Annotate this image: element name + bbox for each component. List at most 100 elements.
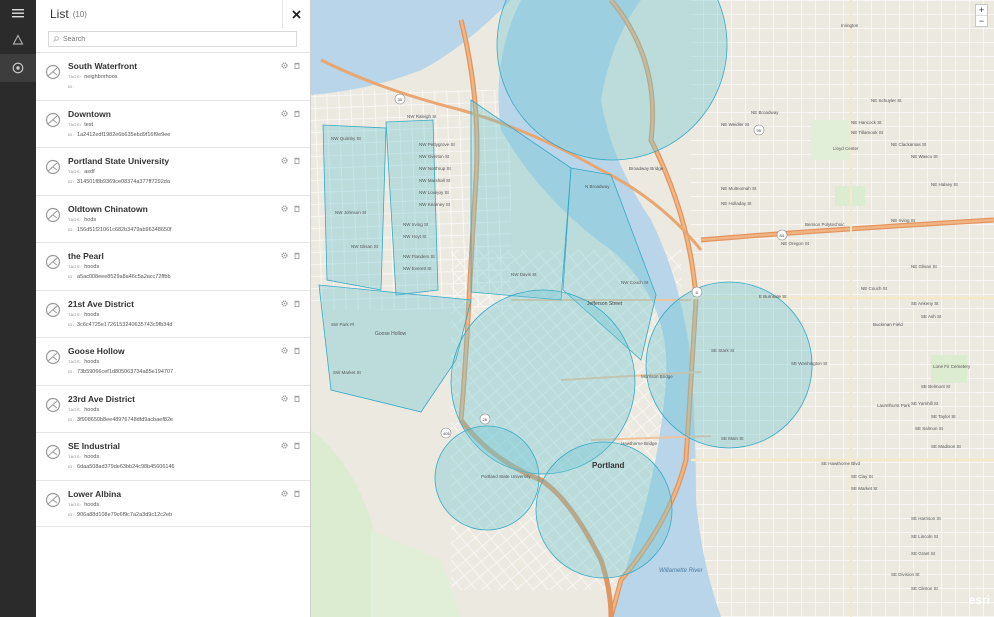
id-label: ID:	[68, 84, 75, 89]
map-label-ne-holladay: NE Holladay St	[721, 201, 752, 206]
map-label-se-taylor: SE Taylor St	[931, 414, 956, 419]
trash-icon[interactable]	[294, 157, 300, 164]
item-name: South Waterfront	[68, 61, 138, 71]
map-label-ne-hancock: NE Hancock St	[851, 120, 882, 125]
polygon-21st-ave-district[interactable]	[322, 124, 387, 291]
trash-icon[interactable]	[294, 205, 300, 212]
item-tags: TAGS: hoods	[68, 407, 99, 413]
trash-icon[interactable]	[294, 347, 300, 354]
tags-label: TAGS:	[68, 169, 82, 174]
circle-target-icon	[12, 62, 24, 74]
list-item[interactable]: Downtown TAGS: test ID: 1a2412edf1982e6b635e…	[36, 99, 310, 148]
map-label-se-madison: SE Madison St	[931, 444, 962, 449]
item-name: SE Industrial	[68, 441, 120, 451]
map-label-nw-everett: NW Everett St	[403, 266, 432, 271]
close-icon	[292, 9, 301, 19]
map-label-se-division: SE Division St	[891, 572, 920, 577]
item-tags: TAGS: hods	[68, 217, 96, 223]
map-label-ne-clackamas: NE Clackamas St	[891, 142, 927, 147]
map-label-broadway-bridge: Broadway Bridge	[629, 166, 664, 171]
feature-shape-icon	[45, 492, 61, 507]
map-label-nw-lovejoy: NW Lovejoy St	[419, 190, 450, 195]
draw-tool-button[interactable]	[0, 26, 36, 54]
list-item[interactable]: Lower Albina TAGS: hoods ID: 906a88d108e79c6…	[36, 479, 310, 527]
gear-icon[interactable]	[281, 347, 288, 354]
trash-icon[interactable]	[294, 110, 300, 117]
item-id: ID: 1a2412edf1982e6b635ebd9f16f9e9ee	[68, 132, 170, 138]
trash-icon[interactable]	[294, 395, 300, 402]
feature-shape-icon	[45, 254, 61, 270]
item-id: ID:	[68, 84, 77, 90]
gear-icon[interactable]	[281, 62, 288, 69]
map-canvas[interactable]: Portland Willamette River Goose Hollow N…	[311, 0, 994, 617]
id-label: ID:	[68, 369, 75, 374]
map-label-willamette-river: Willamette River	[659, 568, 704, 574]
map-label-nw-raleigh: NW Raleigh St	[407, 114, 437, 119]
item-id: ID: 6daa508ad379de63bb24c98b45606146	[68, 464, 175, 470]
map-label-se-grant: SE Grant St	[911, 551, 936, 556]
trash-icon[interactable]	[294, 490, 300, 497]
route-label-405: 405	[443, 431, 450, 436]
gear-icon[interactable]	[281, 442, 288, 449]
list-item[interactable]: 23rd Ave District TAGS: hoods ID: 3f908650b8…	[36, 384, 310, 433]
id-label: ID:	[68, 511, 75, 517]
list-item[interactable]: 21st Ave District TAGS: hoods ID: 3c6c4725e1…	[36, 289, 310, 338]
map-label-buckman: Buckman Field	[873, 322, 903, 327]
list-item[interactable]: Goose Hollow TAGS: hoods ID: 73b59066cef1d80…	[36, 337, 310, 385]
tags-value: hoods	[84, 311, 100, 318]
zoom-in-button[interactable]: +	[976, 5, 987, 15]
gear-icon[interactable]	[281, 299, 288, 307]
item-id: ID: 314501f8b9369ce08374a377ff7292da	[68, 179, 170, 185]
map-view[interactable]: Portland Willamette River Goose Hollow N…	[311, 0, 994, 617]
gear-icon[interactable]	[281, 204, 288, 212]
close-button[interactable]	[282, 0, 310, 28]
map-label-nw-overton: NW Overton St	[419, 154, 450, 159]
gear-icon[interactable]	[281, 394, 288, 402]
map-label-ne-couch: NE Couch St	[861, 286, 888, 291]
route-label-30: 30	[398, 97, 403, 102]
list-item[interactable]: South Waterfront TAGS: neighborhoos ID:	[36, 52, 310, 100]
feature-shape-icon	[45, 397, 61, 412]
map-label-nw-quimby: NW Quimby St	[331, 136, 362, 141]
map-label-nw-couch: NW Couch St	[621, 280, 649, 285]
list-item[interactable]: Oldtown Chinatown TAGS: hods ID: 156d51f2106…	[36, 194, 310, 243]
map-label-benson: Benson Polytechnic	[805, 222, 845, 227]
esri-logo: esri	[968, 593, 990, 607]
item-tags: TAGS: hoods	[68, 454, 99, 460]
trash-icon[interactable]	[294, 62, 300, 69]
gear-icon[interactable]	[281, 157, 288, 164]
list-view-button[interactable]	[0, 54, 36, 82]
tags-label: TAGS:	[68, 311, 82, 317]
feature-shape-icon	[45, 112, 61, 127]
list-item[interactable]: Portland State University TAGS: asdf ID: 314…	[36, 147, 310, 195]
gear-icon[interactable]	[281, 489, 288, 497]
gear-icon[interactable]	[281, 109, 288, 117]
circle-se-industrial[interactable]	[645, 281, 813, 449]
id-value: 906a88d108e79c6f9c7a2a3d9c12c2eb	[77, 511, 173, 518]
tags-value: hoods	[84, 264, 100, 270]
map-label-nw-pettygrove: NW Pettygrove St	[419, 142, 456, 147]
map-label-sw-park: SW Park Pl	[331, 322, 354, 327]
list-item[interactable]: SE Industrial TAGS: hoods ID: 6daa508ad379de…	[36, 432, 310, 480]
left-toolbar	[0, 0, 36, 617]
menu-button[interactable]	[0, 0, 36, 26]
item-tags: TAGS: test	[68, 122, 93, 128]
trash-icon[interactable]	[294, 252, 300, 259]
lone-fir-cemetery	[931, 355, 967, 383]
list-item[interactable]: the Pearl TAGS: hoods ID: a5ac008eee8529a8a4…	[36, 242, 310, 290]
map-label-se-clinton: SE Clinton St	[911, 586, 939, 591]
item-tags: TAGS: asdf	[68, 169, 95, 175]
gear-icon[interactable]	[281, 252, 288, 259]
search-input[interactable]	[63, 35, 283, 43]
item-actions	[281, 157, 300, 164]
tags-label: TAGS:	[68, 216, 82, 222]
polygon-icon	[12, 34, 24, 45]
zoom-control: + −	[975, 4, 988, 27]
trash-icon[interactable]	[294, 442, 300, 449]
map-label-morrison-bridge: Morrison Bridge	[641, 374, 673, 379]
zoom-out-button[interactable]: −	[976, 15, 987, 26]
item-name: Goose Hollow	[68, 346, 125, 356]
map-label-se-hawthorne: SE Hawthorne Blvd	[821, 461, 861, 466]
item-name: Oldtown Chinatown	[68, 203, 148, 214]
trash-icon[interactable]	[294, 300, 300, 307]
